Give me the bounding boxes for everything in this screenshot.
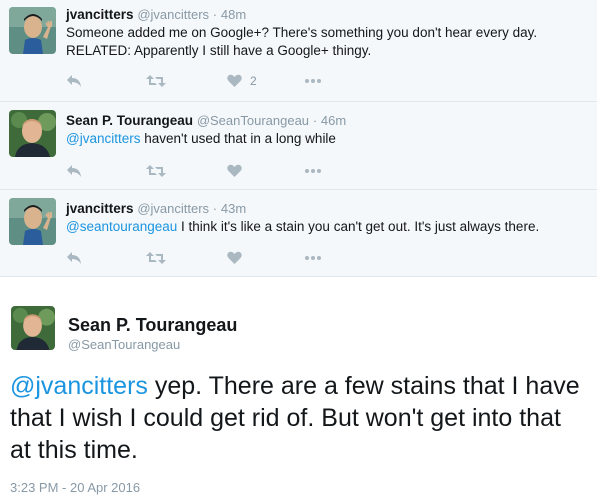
tweet-text: @jvancitters haven't used that in a long… <box>66 130 587 148</box>
retweet-icon <box>146 75 166 87</box>
reply-icon <box>67 252 81 264</box>
author-handle[interactable]: @SeanTourangeau <box>68 337 180 352</box>
focused-tweet: Sean P. Tourangeau @SeanTourangeau @jvan… <box>0 277 597 503</box>
spock-avatar-image <box>9 7 56 54</box>
avatar[interactable] <box>9 7 56 54</box>
more-button[interactable] <box>305 161 321 181</box>
retweet-button[interactable] <box>146 71 166 91</box>
mention-link[interactable]: @jvancitters <box>10 372 148 400</box>
tweet-text: @jvancitters yep. There are a few stains… <box>10 370 580 466</box>
heart-icon <box>227 251 242 264</box>
author-name[interactable]: Sean P. Tourangeau <box>66 113 193 128</box>
reply-icon <box>67 165 81 177</box>
tweet-timestamp[interactable]: 3:23 PM - 20 Apr 2016 <box>10 480 140 495</box>
retweet-icon <box>146 252 166 264</box>
reply-button[interactable] <box>66 71 82 91</box>
author-name[interactable]: jvancitters <box>66 7 134 22</box>
tweet[interactable]: jvancitters @jvancitters · 43m @seantour… <box>0 190 597 277</box>
more-icon <box>305 169 321 173</box>
mention-link[interactable]: @seantourangeau <box>66 219 177 234</box>
tweet-text-line: Someone added me on Google+? There's som… <box>66 25 538 40</box>
tweet-text: Someone added me on Google+? There's som… <box>66 24 587 60</box>
more-icon <box>305 79 321 83</box>
separator: · <box>212 201 218 216</box>
tweet-text-body: I think it's like a stain you can't get … <box>177 219 540 234</box>
avatar[interactable] <box>11 306 55 350</box>
more-button[interactable] <box>305 71 321 91</box>
author-name[interactable]: jvancitters <box>66 201 134 216</box>
author-name[interactable]: Sean P. Tourangeau <box>68 315 237 336</box>
author-handle[interactable]: @jvancitters <box>137 7 209 22</box>
sean-avatar-image <box>11 306 55 350</box>
heart-icon <box>227 164 242 177</box>
author-handle[interactable]: @jvancitters <box>137 201 209 216</box>
tweet-time[interactable]: 46m <box>321 113 346 128</box>
reply-icon <box>67 75 81 87</box>
more-icon <box>305 256 321 260</box>
reply-button[interactable] <box>66 161 82 181</box>
sean-avatar-image <box>9 110 56 157</box>
tweet-text-line: RELATED: Apparently I still have a Googl… <box>66 43 372 58</box>
like-button[interactable] <box>227 248 242 268</box>
separator: · <box>312 113 318 128</box>
tweet[interactable]: Sean P. Tourangeau @SeanTourangeau · 46m… <box>0 102 597 190</box>
heart-icon <box>227 74 242 87</box>
tweet-text: @seantourangeau I think it's like a stai… <box>66 218 587 236</box>
retweet-button[interactable] <box>146 248 166 268</box>
mention-link[interactable]: @jvancitters <box>66 131 140 146</box>
spock-avatar-image <box>9 198 56 245</box>
conversation-thread: jvancitters @jvancitters · 48m Someone a… <box>0 0 597 277</box>
avatar[interactable] <box>9 110 56 157</box>
avatar[interactable] <box>9 198 56 245</box>
author-handle[interactable]: @SeanTourangeau <box>197 113 309 128</box>
tweet-time[interactable]: 48m <box>221 7 246 22</box>
tweet[interactable]: jvancitters @jvancitters · 48m Someone a… <box>0 0 597 102</box>
retweet-button[interactable] <box>146 161 166 181</box>
like-count: 2 <box>250 74 257 88</box>
like-button[interactable]: 2 <box>227 71 257 91</box>
tweet-text-body: haven't used that in a long while <box>140 131 336 146</box>
tweet-time[interactable]: 43m <box>221 201 246 216</box>
retweet-icon <box>146 165 166 177</box>
more-button[interactable] <box>305 248 321 268</box>
reply-button[interactable] <box>66 248 82 268</box>
like-button[interactable] <box>227 161 242 181</box>
separator: · <box>212 7 218 22</box>
